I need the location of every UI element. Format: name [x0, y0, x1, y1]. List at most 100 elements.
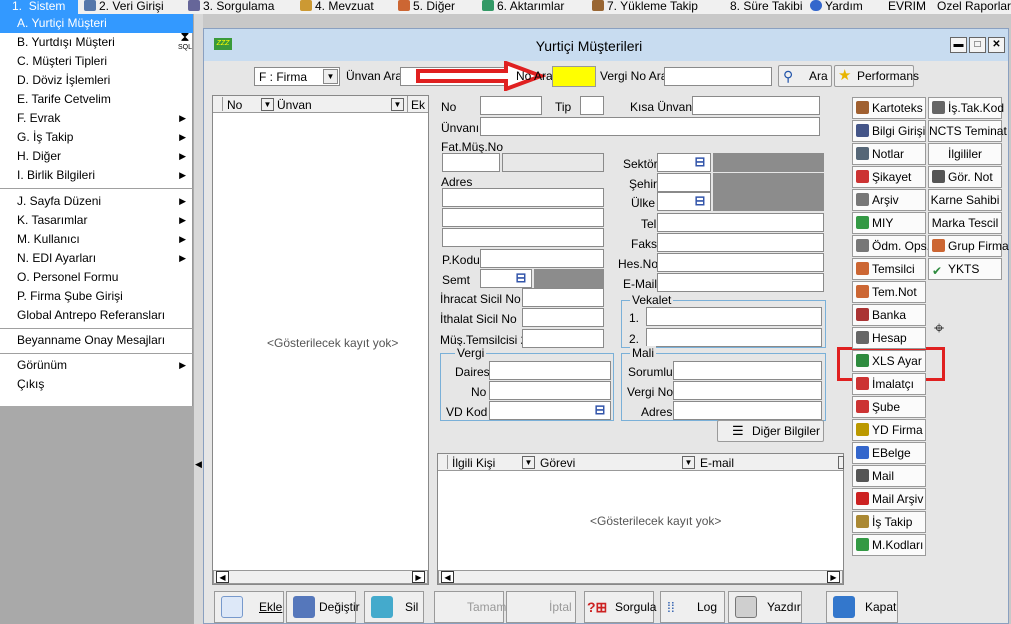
- scroll-left-icon[interactable]: ◀: [441, 571, 454, 583]
- side-button-banka[interactable]: Banka: [852, 304, 926, 326]
- left-menu-item[interactable]: Çıkış: [0, 375, 193, 394]
- vekalet-2-input[interactable]: [646, 328, 822, 347]
- maximize-icon[interactable]: □: [969, 37, 986, 53]
- side-button-i-malatçı[interactable]: İmalatçı: [852, 373, 926, 395]
- firma-select[interactable]: F : Firma ▼: [254, 67, 340, 86]
- no-input[interactable]: [480, 96, 542, 115]
- side-button-kartoteks[interactable]: Kartoteks: [852, 97, 926, 119]
- p-kodu-input[interactable]: [480, 249, 604, 268]
- sektor-input[interactable]: ⊟: [657, 153, 711, 172]
- side-button-i-ş-tak-kod[interactable]: İş.Tak.Kod: [928, 97, 1004, 119]
- tip-input[interactable]: [580, 96, 604, 115]
- side-button-bilgi-girişi[interactable]: Bilgi Girişi: [852, 120, 926, 142]
- side-button-notlar[interactable]: Notlar: [852, 143, 926, 165]
- col-ilgili-kisi[interactable]: İlgili Kişi: [452, 456, 495, 470]
- left-menu-item[interactable]: G. İş Takip ▶: [0, 128, 193, 147]
- side-button-ödm-ops[interactable]: Ödm. Ops.: [852, 235, 930, 257]
- left-menu-item[interactable]: K. Tasarımlar ▶: [0, 211, 193, 230]
- left-menu-item[interactable]: J. Sayfa Düzeni ▶: [0, 192, 193, 211]
- vergi-no-input[interactable]: [489, 381, 611, 400]
- scroll-button[interactable]: [838, 456, 844, 469]
- tel-input[interactable]: [657, 213, 824, 232]
- menu-yukleme-takip[interactable]: 7. Yükleme Takip: [592, 0, 698, 14]
- adres-line2-input[interactable]: [442, 208, 604, 227]
- fat-mus-no-input[interactable]: [442, 153, 500, 172]
- col-email[interactable]: E-mail: [700, 456, 734, 470]
- contacts-hscrollbar[interactable]: ◀ ▶: [438, 570, 843, 584]
- side-button-şube[interactable]: Şube: [852, 396, 926, 418]
- left-menu-item[interactable]: Global Antrepo Referansları: [0, 306, 193, 325]
- ekle-button[interactable]: Ekle: [214, 591, 284, 623]
- menu-mevzuat[interactable]: 4. Mevzuat: [300, 0, 374, 14]
- mali-vergi-no-input[interactable]: [673, 381, 822, 400]
- vd-kod-input[interactable]: ⊟: [489, 401, 611, 420]
- scroll-left-icon[interactable]: ◀: [216, 571, 229, 583]
- side-button-xls-ayar[interactable]: XLS Ayar: [852, 350, 926, 372]
- menu-sistem[interactable]: 1. Sistem: [0, 0, 78, 14]
- side-button-tem-not[interactable]: Tem.Not: [852, 281, 926, 303]
- col-unvan[interactable]: Ünvan: [277, 98, 312, 112]
- faks-input[interactable]: [657, 233, 824, 252]
- ulke-input[interactable]: ⊟: [657, 192, 711, 211]
- yazdir-button[interactable]: Yazdır: [728, 591, 802, 623]
- chevron-down-icon[interactable]: ▼: [391, 98, 404, 111]
- grid-hscrollbar[interactable]: ◀ ▶: [213, 570, 428, 584]
- side-button-yd-firma[interactable]: YD Firma: [852, 419, 926, 441]
- ihracat-sicil-input[interactable]: [522, 288, 604, 307]
- side-button-mail[interactable]: Mail: [852, 465, 926, 487]
- vekalet-1-input[interactable]: [646, 307, 822, 326]
- kisa-unvani-input[interactable]: [692, 96, 820, 115]
- left-menu-item[interactable]: A. Yurtiçi Müşteri: [0, 14, 193, 33]
- mali-adres-input[interactable]: [673, 401, 822, 420]
- menu-ozel-raporlar[interactable]: Ozel Raporlar: [937, 0, 1011, 14]
- kapat-button[interactable]: Kapat: [826, 591, 898, 623]
- menu-veri-girisi[interactable]: 2. Veri Girişi: [84, 0, 164, 14]
- vergi-no-ara-input[interactable]: [664, 67, 772, 86]
- left-menu-item[interactable]: I. Birlik Bilgileri ▶: [0, 166, 193, 185]
- left-menu-item[interactable]: F. Evrak ▶: [0, 109, 193, 128]
- side-button-şikayet[interactable]: Şikayet: [852, 166, 926, 188]
- side-button-grup-firma[interactable]: Grup Firma: [928, 235, 1009, 257]
- vergi-dairesi-input[interactable]: [489, 361, 611, 380]
- side-button-m-kodları[interactable]: M.Kodları: [852, 534, 926, 556]
- left-menu-item[interactable]: Görünüm ▶: [0, 356, 193, 375]
- sil-button[interactable]: Sil: [364, 591, 424, 623]
- splitter[interactable]: ◀: [193, 14, 203, 624]
- picker-icon[interactable]: ⊟: [692, 194, 708, 209]
- side-button-i-ş-takip[interactable]: İş Takip: [852, 511, 926, 533]
- col-gorevi[interactable]: Görevi: [540, 456, 575, 470]
- chevron-down-icon[interactable]: ▼: [522, 456, 535, 469]
- left-menu-item[interactable]: B. Yurtdışı Müşteri: [0, 33, 193, 52]
- side-button-ebelge[interactable]: EBelge: [852, 442, 926, 464]
- side-button-ncts-teminat[interactable]: NCTS Teminat: [928, 120, 1007, 142]
- side-button-gör-not[interactable]: Gör. Not: [928, 166, 1002, 188]
- side-button-mail-arşiv[interactable]: Mail Arşiv: [852, 488, 926, 510]
- mus-temsilcisi-input[interactable]: [522, 329, 604, 348]
- menu-yardim[interactable]: Yardım: [810, 0, 863, 14]
- left-menu-item[interactable]: N. EDI Ayarları ▶: [0, 249, 193, 268]
- ara-button[interactable]: ⚲ Ara: [778, 65, 832, 87]
- performans-button[interactable]: ★ Performans: [834, 65, 919, 87]
- hes-no-input[interactable]: [657, 253, 824, 272]
- left-menu-item[interactable]: P. Firma Şube Girişi: [0, 287, 193, 306]
- chevron-down-icon[interactable]: ▼: [682, 456, 695, 469]
- scroll-right-icon[interactable]: ▶: [412, 571, 425, 583]
- menu-sure-takibi[interactable]: 8. Süre Takibi: [730, 0, 803, 14]
- no-ara-input[interactable]: [552, 66, 596, 87]
- email-input[interactable]: [657, 273, 824, 292]
- sorgula-button[interactable]: ?⊞ Sorgula: [584, 591, 656, 623]
- side-button-marka-tescil[interactable]: Marka Tescil: [928, 212, 1002, 234]
- picker-icon[interactable]: ⊟: [592, 403, 608, 418]
- left-menu-item[interactable]: C. Müşteri Tipleri: [0, 52, 193, 71]
- side-button-ykts[interactable]: ✔ YKTS: [928, 258, 1002, 280]
- degistir-button[interactable]: Değiştir: [286, 591, 360, 623]
- side-button-arşiv[interactable]: Arşiv: [852, 189, 926, 211]
- side-button-karne-sahibi[interactable]: Karne Sahibi: [928, 189, 1002, 211]
- unvani-input[interactable]: [480, 117, 820, 136]
- collapse-arrow-icon[interactable]: ◀: [195, 459, 202, 470]
- diger-bilgiler-button[interactable]: ☰ Diğer Bilgiler: [717, 420, 824, 442]
- log-button[interactable]: ⁞⁞ Log: [660, 591, 725, 623]
- side-button-miy[interactable]: MIY: [852, 212, 926, 234]
- chevron-down-icon[interactable]: ▼: [261, 98, 274, 111]
- col-no[interactable]: No: [227, 98, 242, 112]
